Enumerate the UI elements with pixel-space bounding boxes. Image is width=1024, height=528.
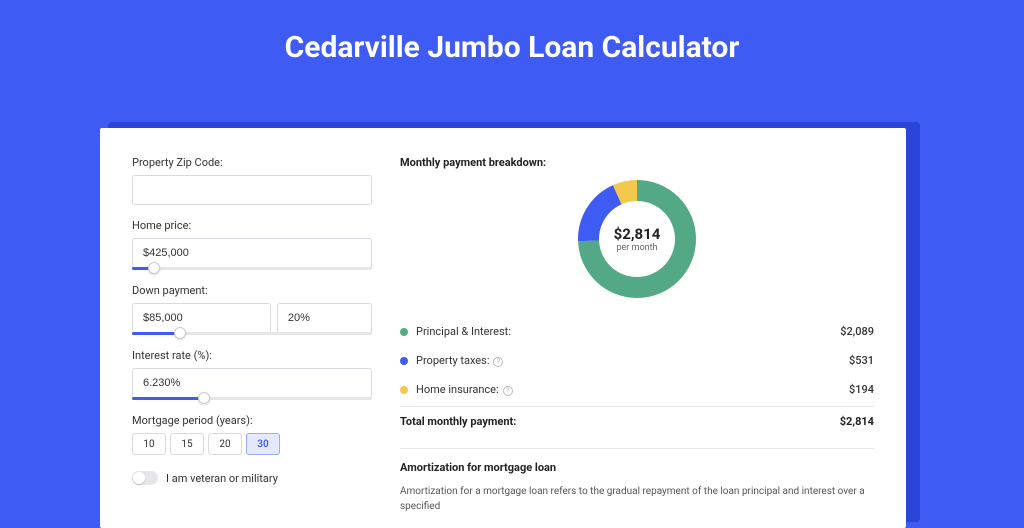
form-column: Property Zip Code: Home price: Down paym… (132, 156, 372, 500)
line-item-label: Principal & Interest: (416, 325, 840, 338)
period-label: Mortgage period (years): (132, 414, 372, 427)
total-label: Total monthly payment: (400, 415, 840, 428)
veteran-toggle-row: I am veteran or military (132, 471, 372, 485)
interest-input[interactable] (132, 368, 372, 398)
donut-value: $2,814 (614, 225, 661, 243)
donut-sub: per month (616, 243, 657, 253)
home-price-group: Home price: (132, 219, 372, 270)
legend-dot (400, 328, 408, 336)
down-payment-input[interactable] (132, 303, 271, 333)
interest-group: Interest rate (%): (132, 349, 372, 400)
period-button-15[interactable]: 15 (170, 433, 204, 455)
breakdown-line-item: Home insurance:?$194 (400, 375, 874, 404)
legend-dot (400, 386, 408, 394)
zip-field-group: Property Zip Code: (132, 156, 372, 205)
breakdown-line-item: Property taxes:?$531 (400, 346, 874, 375)
total-row: Total monthly payment: $2,814 (400, 406, 874, 436)
slider-fill (132, 332, 180, 335)
amortization-section: Amortization for mortgage loan Amortizat… (400, 448, 874, 514)
info-icon[interactable]: ? (503, 386, 513, 396)
down-payment-pct-input[interactable] (277, 303, 372, 333)
interest-slider[interactable] (132, 397, 372, 400)
period-button-30[interactable]: 30 (246, 433, 280, 455)
down-payment-label: Down payment: (132, 284, 372, 297)
line-item-label: Home insurance:? (416, 383, 849, 396)
down-payment-slider[interactable] (132, 332, 372, 335)
amortization-text: Amortization for a mortgage loan refers … (400, 484, 874, 514)
veteran-toggle[interactable] (132, 471, 158, 485)
line-item-label: Property taxes:? (416, 354, 849, 367)
slider-thumb[interactable] (148, 262, 160, 274)
period-group: Mortgage period (years): 10152030 (132, 414, 372, 455)
calculator-card: Property Zip Code: Home price: Down paym… (100, 128, 906, 528)
breakdown-column: Monthly payment breakdown: $2,814 per mo… (400, 156, 874, 500)
donut-wrap: $2,814 per month (400, 179, 874, 299)
line-item-value: $2,089 (840, 325, 874, 338)
home-price-input[interactable] (132, 238, 372, 268)
veteran-label: I am veteran or military (166, 472, 278, 485)
home-price-label: Home price: (132, 219, 372, 232)
payment-donut-chart: $2,814 per month (577, 179, 697, 299)
period-button-10[interactable]: 10 (132, 433, 166, 455)
zip-input[interactable] (132, 175, 372, 205)
line-item-value: $531 (849, 354, 874, 367)
breakdown-line-item: Principal & Interest:$2,089 (400, 317, 874, 346)
legend-dot (400, 357, 408, 365)
interest-label: Interest rate (%): (132, 349, 372, 362)
line-item-value: $194 (849, 383, 874, 396)
slider-fill (132, 397, 204, 400)
donut-center: $2,814 per month (599, 201, 675, 277)
breakdown-title: Monthly payment breakdown: (400, 156, 874, 169)
home-price-slider[interactable] (132, 267, 372, 270)
slider-thumb[interactable] (174, 327, 186, 339)
down-payment-group: Down payment: (132, 284, 372, 335)
amortization-title: Amortization for mortgage loan (400, 461, 874, 474)
zip-label: Property Zip Code: (132, 156, 372, 169)
total-value: $2,814 (840, 415, 874, 428)
info-icon[interactable]: ? (493, 357, 503, 367)
period-button-20[interactable]: 20 (208, 433, 242, 455)
page-title: Cedarville Jumbo Loan Calculator (0, 0, 1024, 87)
slider-thumb[interactable] (198, 392, 210, 404)
